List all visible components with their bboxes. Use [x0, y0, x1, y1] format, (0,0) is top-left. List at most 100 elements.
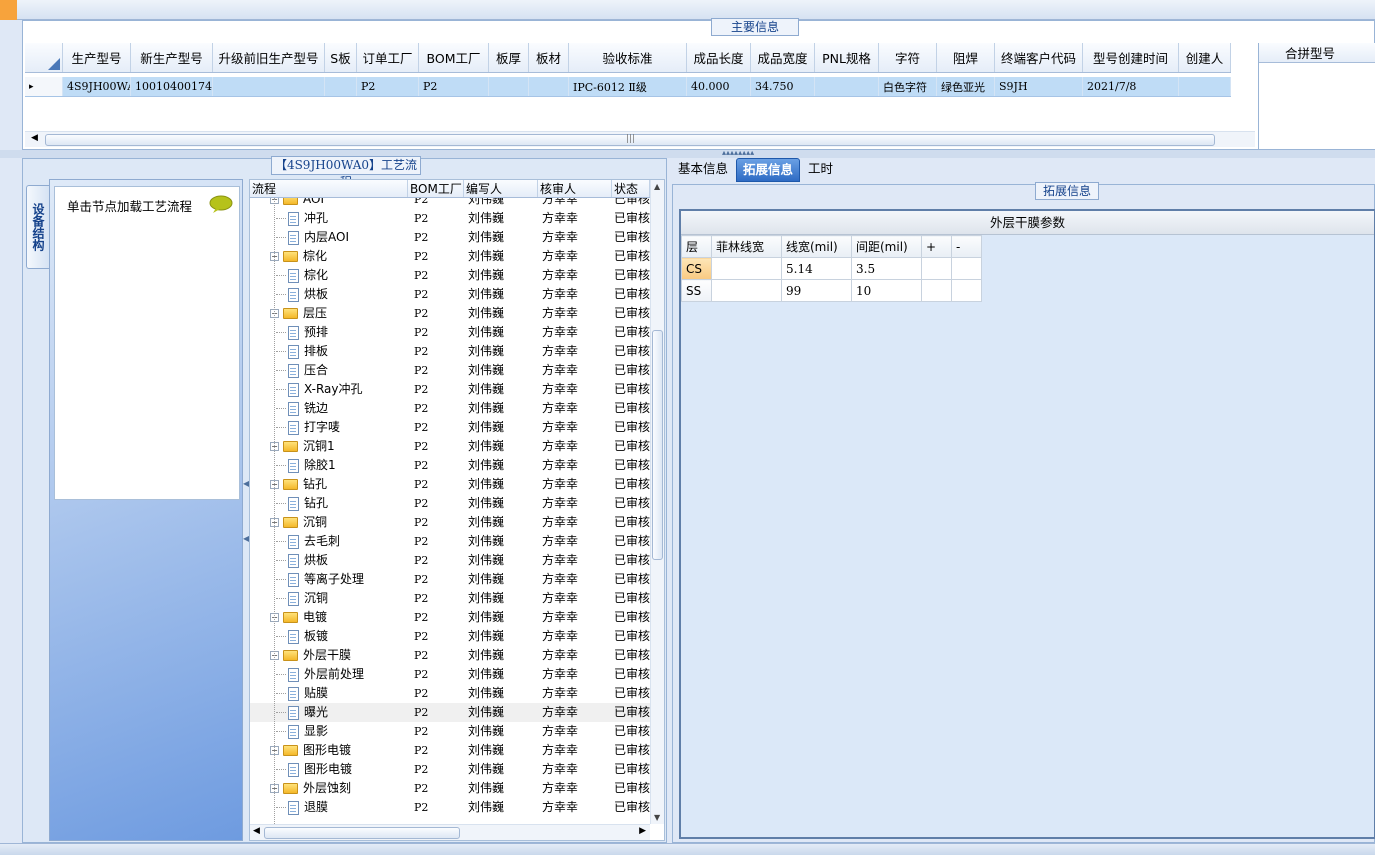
grid-corner-selector[interactable] [25, 43, 63, 72]
tab-work-hours[interactable]: 工时 [802, 158, 839, 182]
process-tree-row[interactable]: 铣边 P2 刘伟巍 方幸幸 已审核 [250, 399, 650, 418]
process-tree-row[interactable]: 等离子处理 P2 刘伟巍 方幸幸 已审核 [250, 570, 650, 589]
film-table-row[interactable]: CS 5.14 3.5 [681, 257, 982, 280]
column-header[interactable]: 成品长度 [687, 43, 751, 72]
horizontal-splitter[interactable]: ▴▴▴▴▴▴▴▴ [0, 148, 1375, 158]
scroll-down-icon[interactable]: ▼ [654, 813, 660, 822]
grid-cell[interactable]: P2 [357, 77, 419, 96]
column-header[interactable]: BOM工厂 [419, 43, 489, 72]
process-tree-row[interactable]: 曝光 P2 刘伟巍 方幸幸 已审核 [250, 703, 650, 722]
process-tree-row[interactable]: 贴膜 P2 刘伟巍 方幸幸 已审核 [250, 684, 650, 703]
film-value-cell[interactable] [711, 279, 782, 302]
column-header[interactable]: 验收标准 [569, 43, 687, 72]
process-tree-row[interactable]: 钻孔 P2 刘伟巍 方幸幸 已审核 [250, 494, 650, 513]
process-tree-row[interactable]: 板镀 P2 刘伟巍 方幸幸 已审核 [250, 627, 650, 646]
process-tree-row[interactable]: 冲孔 P2 刘伟巍 方幸幸 已审核 [250, 209, 650, 228]
grid-cell[interactable] [529, 77, 569, 96]
process-tree-hscrollbar[interactable]: ◀ ▶ [250, 824, 650, 840]
process-tree-row[interactable]: 除胶1 P2 刘伟巍 方幸幸 已审核 [250, 456, 650, 475]
grid-cell[interactable] [815, 77, 879, 96]
grid-cell[interactable]: 2021/7/8 [1083, 77, 1179, 96]
process-tree-row[interactable]: 烘板 P2 刘伟巍 方幸幸 已审核 [250, 285, 650, 304]
film-value-cell[interactable]: 10 [851, 279, 922, 302]
grid-cell[interactable]: 绿色亚光 [937, 77, 995, 96]
film-value-cell[interactable]: 5.14 [781, 257, 852, 280]
row-indicator-icon[interactable]: ▸ [25, 77, 63, 96]
process-tree-row[interactable]: − 外层蚀刻 P2 刘伟巍 方幸幸 已审核 [250, 779, 650, 798]
process-tree-row[interactable]: − 沉铜 P2 刘伟巍 方幸幸 已审核 [250, 513, 650, 532]
column-header[interactable]: S板 [325, 43, 357, 72]
grid-cell[interactable]: 10010400174431 [131, 77, 213, 96]
process-tree-row[interactable]: 内层AOI P2 刘伟巍 方幸幸 已审核 [250, 228, 650, 247]
process-tree-row[interactable]: − 钻孔 P2 刘伟巍 方幸幸 已审核 [250, 475, 650, 494]
device-structure-tab[interactable]: 设备结构 [26, 185, 50, 269]
grid-cell[interactable]: IPC-6012 Ⅱ级 [569, 77, 687, 96]
grid-cell[interactable]: 34.750 [751, 77, 815, 96]
main-grid-hscrollbar[interactable]: ◀ ||| ▶ [25, 131, 1269, 147]
film-value-cell[interactable] [921, 257, 952, 280]
process-tree-row[interactable]: X-Ray冲孔 P2 刘伟巍 方幸幸 已审核 [250, 380, 650, 399]
process-tree-row[interactable]: − 图形电镀 P2 刘伟巍 方幸幸 已审核 [250, 741, 650, 760]
grid-cell[interactable]: 4S9JH00WA0 [63, 77, 131, 96]
film-column-header[interactable]: - [951, 235, 982, 258]
film-value-cell[interactable]: 99 [781, 279, 852, 302]
scroll-up-icon[interactable]: ▲ [654, 182, 660, 191]
main-grid-row[interactable]: ▸4S9JH00WA010010400174431 P2P2 IPC-6012 Ⅱ级… [25, 77, 1231, 97]
film-value-cell[interactable]: 3.5 [851, 257, 922, 280]
splitter-grip-icon[interactable]: ▴▴▴▴▴▴▴▴ [722, 148, 754, 157]
film-column-header[interactable]: + [921, 235, 952, 258]
grid-cell[interactable] [489, 77, 529, 96]
column-header[interactable]: 订单工厂 [357, 43, 419, 72]
scroll-left-icon[interactable]: ◀ [253, 826, 260, 836]
process-tree-row[interactable]: 图形电镀 P2 刘伟巍 方幸幸 已审核 [250, 760, 650, 779]
film-value-cell[interactable] [951, 257, 982, 280]
tree-column-header[interactable]: 编写人 [464, 180, 538, 197]
grid-cell[interactable]: S9JH [995, 77, 1083, 96]
process-tree-row[interactable]: − 层压 P2 刘伟巍 方幸幸 已审核 [250, 304, 650, 323]
grid-cell[interactable]: P2 [419, 77, 489, 96]
column-header[interactable]: PNL规格 [815, 43, 879, 72]
column-header[interactable]: 阻焊 [937, 43, 995, 72]
film-value-cell[interactable] [951, 279, 982, 302]
process-tree-row[interactable]: 棕化 P2 刘伟巍 方幸幸 已审核 [250, 266, 650, 285]
tab-basic-info[interactable]: 基本信息 [672, 158, 734, 182]
layer-cell[interactable]: CS [681, 257, 712, 280]
column-header[interactable]: 升级前旧生产型号 [213, 43, 325, 72]
process-tree-row[interactable]: 排板 P2 刘伟巍 方幸幸 已审核 [250, 342, 650, 361]
grid-cell[interactable] [213, 77, 325, 96]
column-header[interactable]: 字符 [879, 43, 937, 72]
process-tree-row[interactable]: − AOI P2 刘伟巍 方幸幸 已审核 [250, 198, 650, 209]
process-tree-row[interactable]: 打字唛 P2 刘伟巍 方幸幸 已审核 [250, 418, 650, 437]
tree-column-header[interactable]: BOM工厂 [408, 180, 464, 197]
process-tree-hscroll-thumb[interactable] [264, 827, 460, 839]
process-tree-row[interactable]: 压合 P2 刘伟巍 方幸幸 已审核 [250, 361, 650, 380]
column-header[interactable]: 新生产型号 [131, 43, 213, 72]
process-tree-vscrollbar[interactable]: ▲ ▼ [650, 180, 664, 824]
process-tree-row[interactable]: − 棕化 P2 刘伟巍 方幸幸 已审核 [250, 247, 650, 266]
tab-extended-info[interactable]: 拓展信息 [736, 158, 801, 182]
column-header[interactable]: 成品宽度 [751, 43, 815, 72]
process-tree-row[interactable]: 外层前处理 P2 刘伟巍 方幸幸 已审核 [250, 665, 650, 684]
device-tree-box[interactable]: 单击节点加载工艺流程 [54, 186, 240, 500]
scroll-right-icon[interactable]: ▶ [639, 826, 646, 836]
tree-column-header[interactable]: 流程 [250, 180, 408, 197]
process-tree-row[interactable]: − 外层干膜 P2 刘伟巍 方幸幸 已审核 [250, 646, 650, 665]
process-tree-row[interactable]: 沉铜 P2 刘伟巍 方幸幸 已审核 [250, 589, 650, 608]
process-tree-vscroll-thumb[interactable] [652, 330, 663, 560]
column-header[interactable]: 终端客户代码 [995, 43, 1083, 72]
process-tree-row[interactable]: 去毛刺 P2 刘伟巍 方幸幸 已审核 [250, 532, 650, 551]
process-tree-row[interactable]: 预排 P2 刘伟巍 方幸幸 已审核 [250, 323, 650, 342]
layer-cell[interactable]: SS [681, 279, 712, 302]
column-header[interactable]: 型号创建时间 [1083, 43, 1179, 72]
film-value-cell[interactable] [711, 257, 782, 280]
grid-cell[interactable]: 白色字符 [879, 77, 937, 96]
process-tree-row[interactable]: 退膜 P2 刘伟巍 方幸幸 已审核 [250, 798, 650, 817]
process-tree-row[interactable]: 烘板 P2 刘伟巍 方幸幸 已审核 [250, 551, 650, 570]
film-value-cell[interactable] [921, 279, 952, 302]
column-header[interactable]: 创建人 [1179, 43, 1231, 72]
column-header[interactable]: 板厚 [489, 43, 529, 72]
process-tree-row[interactable]: − 电镀 P2 刘伟巍 方幸幸 已审核 [250, 608, 650, 627]
grid-cell[interactable] [325, 77, 357, 96]
grid-cell[interactable] [1179, 77, 1231, 96]
column-header[interactable]: 板材 [529, 43, 569, 72]
